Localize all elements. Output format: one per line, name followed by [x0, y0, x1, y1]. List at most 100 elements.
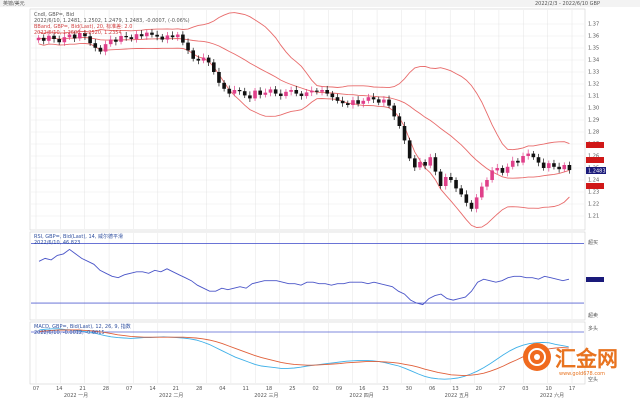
candle-body — [139, 34, 144, 37]
candle-body — [36, 37, 41, 41]
candle-body — [145, 32, 149, 37]
candle-body — [547, 163, 551, 168]
candle-body — [516, 160, 520, 163]
candle-body — [108, 39, 113, 45]
candle-body — [526, 153, 530, 156]
watermark-url: www.gold678.com — [559, 371, 605, 377]
x-day-label: 06 — [429, 386, 435, 392]
candle-body — [371, 97, 376, 100]
candle-body — [552, 163, 556, 167]
x-day-label: 07 — [126, 386, 132, 392]
rsi-value-marker — [586, 277, 604, 282]
bband-legend-line1: BBand, GBP=, Bid(Last), 20, 标准差: 2.0 — [34, 23, 132, 30]
candle-body — [454, 180, 458, 189]
candle-body — [428, 157, 433, 166]
x-month-label: 2022 二月 — [159, 393, 183, 399]
candle-body — [464, 194, 469, 203]
x-day-label: 17 — [569, 386, 575, 392]
candle-body — [567, 165, 572, 171]
candle-body — [47, 35, 51, 41]
candle-body — [52, 35, 56, 39]
candle-body — [165, 35, 170, 40]
candle-body — [196, 58, 201, 61]
price-tick-label: 1.31 — [588, 94, 599, 100]
x-day-label: 04 — [219, 386, 225, 392]
candle-body — [242, 91, 247, 96]
candle-body — [351, 100, 355, 105]
price-tick-label: 1.34 — [588, 58, 599, 64]
x-day-label: 16 — [359, 386, 365, 392]
candle-body — [279, 93, 283, 96]
candle-body — [206, 57, 211, 63]
candle-body — [536, 157, 541, 163]
candle-body — [186, 42, 190, 51]
candle-body — [88, 36, 92, 44]
x-day-label: 27 — [499, 386, 505, 392]
candle-body — [98, 47, 103, 52]
x-day-label: 03 — [522, 386, 528, 392]
price-tick-label: 1.21 — [588, 214, 599, 220]
price-tick-label: 1.23 — [588, 190, 599, 196]
candle-body — [387, 99, 391, 106]
price-panel-frame — [29, 8, 586, 231]
candle-body — [232, 90, 237, 94]
candle-body — [119, 36, 123, 42]
candle-body — [346, 103, 350, 105]
upper-band-marker — [586, 142, 604, 148]
candle-body — [273, 89, 278, 94]
candle-body — [562, 165, 567, 170]
candle-body — [150, 32, 154, 35]
candle-body — [191, 50, 195, 59]
window-title: 英镑/美元 — [3, 0, 25, 7]
x-day-label: 14 — [56, 386, 62, 392]
candle-body — [469, 202, 474, 209]
candle-body — [93, 43, 98, 48]
price-tick-label: 1.22 — [588, 202, 599, 208]
candle-body — [294, 90, 299, 94]
candle-body — [418, 162, 422, 168]
x-day-label: 14 — [149, 386, 155, 392]
candle-body — [376, 99, 381, 103]
candle-body — [258, 90, 262, 95]
candle-body — [397, 116, 402, 126]
x-day-label: 02 — [312, 386, 318, 392]
watermark-brand: 汇金网 — [555, 347, 618, 371]
candle-body — [155, 34, 159, 37]
x-day-label: 18 — [266, 386, 272, 392]
x-month-label: 2022 一月 — [64, 393, 88, 399]
x-day-label: 23 — [382, 386, 388, 392]
macd-legend-line1: MACD, GBP=, Bid(Last), 12, 26, 9, 指数 — [34, 323, 131, 330]
x-day-label: 21 — [79, 386, 85, 392]
rsi-legend-line2: 2022/6/10, 46.823 — [34, 240, 80, 246]
candle-body — [129, 37, 134, 39]
candle-body — [289, 90, 293, 92]
candle-body — [330, 93, 335, 98]
watermark: 汇金网 www.gold678.com — [523, 343, 618, 377]
candle-body — [201, 57, 206, 61]
price-tick-label: 1.37 — [588, 22, 599, 28]
candle-body — [181, 34, 185, 43]
x-month-label: 2022 六月 — [540, 392, 564, 399]
candle-body — [500, 168, 505, 173]
candle-body — [248, 95, 252, 99]
candle-body — [335, 97, 340, 101]
candle-body — [480, 186, 484, 198]
price-tick-label: 1.33 — [588, 70, 599, 76]
rsi-grid — [35, 233, 573, 319]
candle-body — [423, 162, 427, 166]
candle-body — [531, 153, 536, 158]
candle-body — [505, 166, 510, 173]
candle-body — [320, 90, 324, 92]
x-day-label: 07 — [33, 386, 39, 392]
rsi-panel-frame — [29, 231, 586, 321]
candle-body — [340, 100, 345, 104]
price-tick-label: 1.24 — [588, 178, 599, 184]
x-day-label: 20 — [476, 386, 482, 392]
chart-window: 英镑/美元 2022/2/3 - 2022/6/10 GBP 1.21 1.22 1… — [0, 0, 640, 399]
candle-body — [541, 162, 546, 168]
candle-body — [227, 88, 232, 94]
candle-body — [459, 188, 463, 195]
rsi-overbought-label: 超买 — [588, 239, 598, 246]
candle-body — [438, 171, 443, 186]
candle-body — [495, 168, 500, 171]
